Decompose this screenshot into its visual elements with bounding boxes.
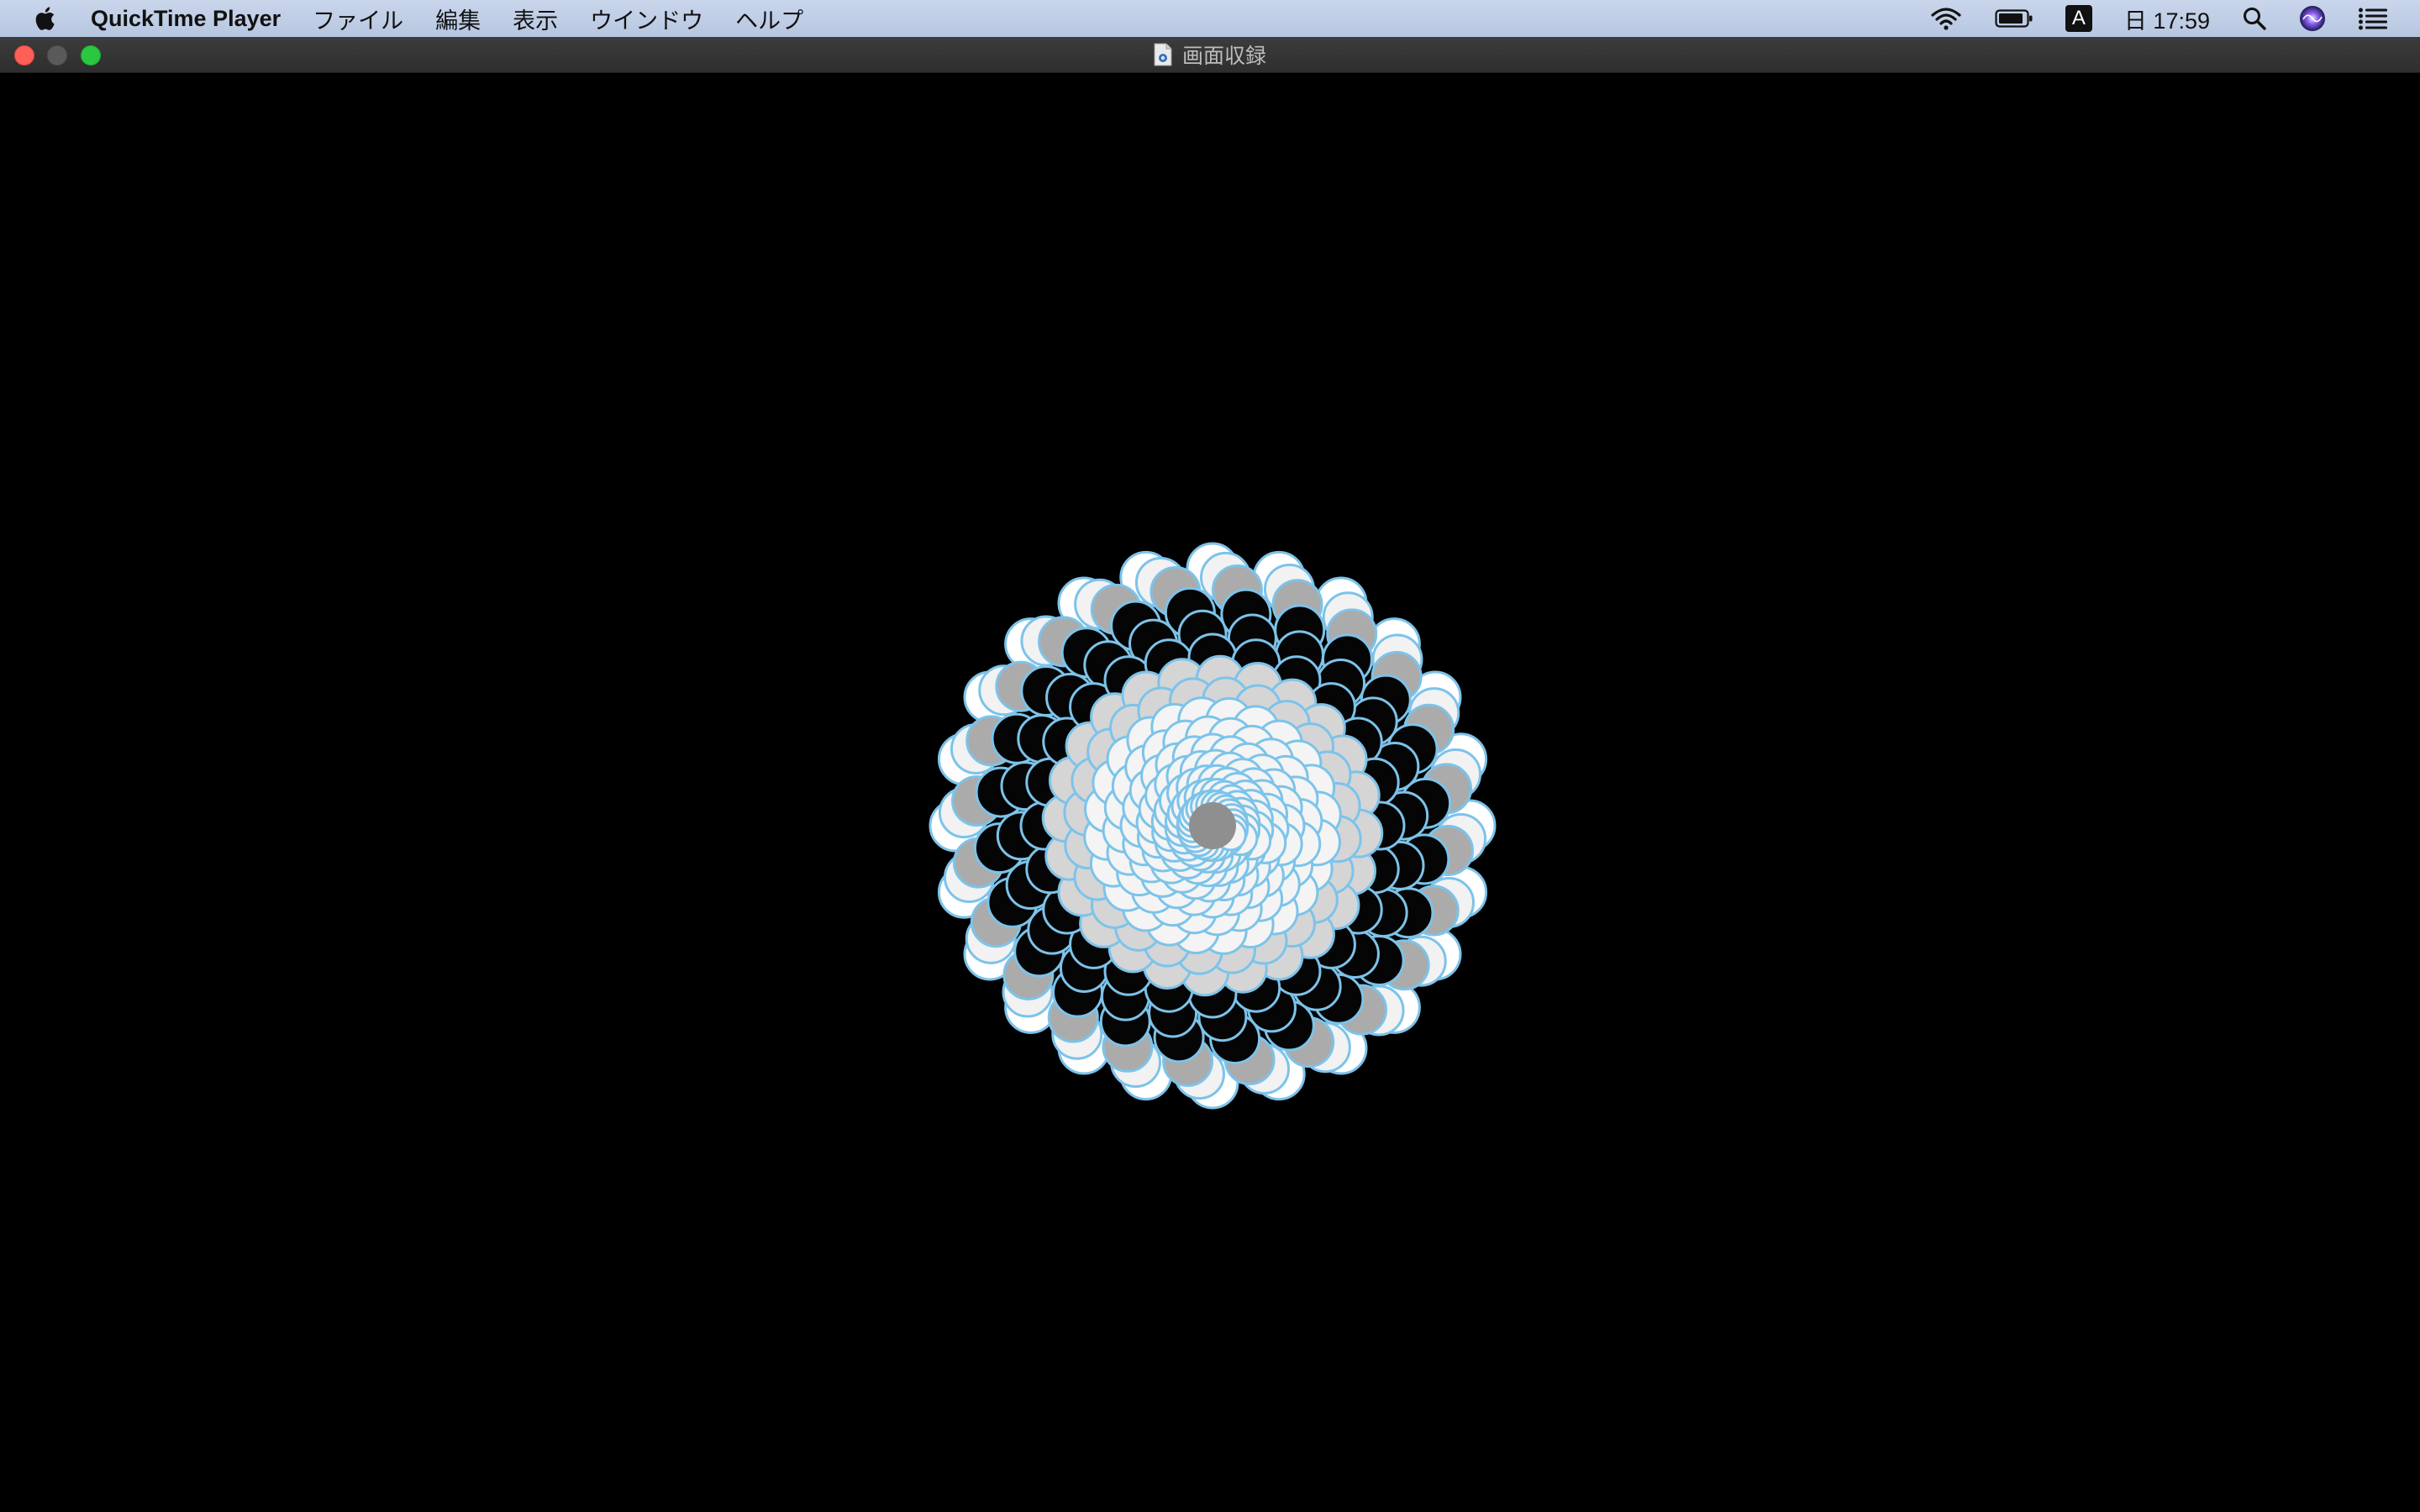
notification-center-icon[interactable] xyxy=(2358,7,2388,30)
input-source-icon[interactable]: A xyxy=(2065,5,2092,32)
menu-file[interactable]: ファイル xyxy=(313,3,403,35)
document-icon xyxy=(1154,43,1172,66)
window-title: 画面収録 xyxy=(1181,45,1266,68)
window-titlebar[interactable]: 画面収録 xyxy=(0,37,2420,73)
wifi-icon[interactable] xyxy=(1929,6,1963,31)
window-title-area: 画面収録 xyxy=(0,37,2420,72)
app-menu[interactable]: QuickTime Player xyxy=(91,6,281,32)
menu-view[interactable]: 表示 xyxy=(513,3,558,35)
menu-bar: QuickTime Player ファイル 編集 表示 ウインドウ ヘルプ A … xyxy=(0,0,2420,37)
menu-edit[interactable]: 編集 xyxy=(435,3,481,35)
status-area: A 日 17:59 xyxy=(1929,0,2420,37)
battery-icon[interactable] xyxy=(1995,8,2033,29)
siri-icon[interactable] xyxy=(2299,5,2326,32)
menu-help[interactable]: ヘルプ xyxy=(735,3,803,35)
spirograph-animation xyxy=(929,542,1497,1110)
menu-clock[interactable]: 日 17:59 xyxy=(2124,3,2210,35)
menu-window[interactable]: ウインドウ xyxy=(590,3,703,35)
video-player-area[interactable] xyxy=(0,73,2420,1512)
input-source-label: A xyxy=(2065,5,2092,32)
mandala-center xyxy=(1189,802,1236,849)
apple-icon[interactable] xyxy=(32,4,60,33)
spotlight-search-icon[interactable] xyxy=(2242,6,2267,31)
